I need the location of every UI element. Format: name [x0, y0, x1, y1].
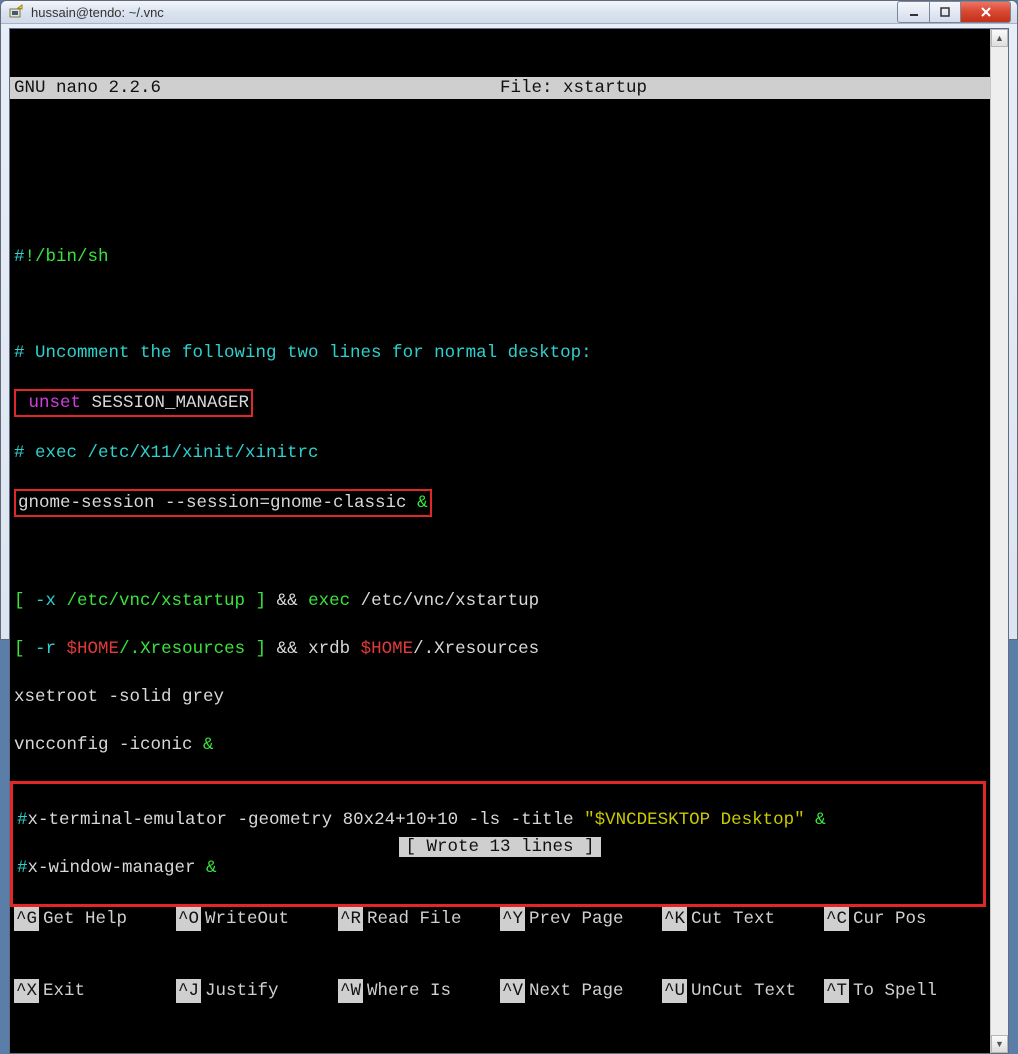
- client-area: GNU nano 2.2.6 File: xstartup #!/bin/sh …: [9, 28, 1009, 1054]
- shebang: !/bin/sh: [25, 247, 109, 267]
- scroll-track[interactable]: [991, 47, 1008, 1035]
- close-button[interactable]: [961, 1, 1011, 23]
- highlight-unset: unset SESSION_MANAGER: [14, 389, 253, 417]
- help-row-1: ^GGet Help ^OWriteOut ^RRead File ^YPrev…: [14, 907, 986, 931]
- minimize-button[interactable]: [897, 1, 929, 23]
- help-label: Get Help: [39, 907, 127, 931]
- titlebar[interactable]: hussain@tendo: ~/.vnc: [1, 1, 1017, 24]
- help-row-2: ^XExit ^JJustify ^WWhere Is ^VNext Page …: [14, 979, 986, 1003]
- nano-titlebar: GNU nano 2.2.6 File: xstartup: [10, 77, 990, 99]
- scrollbar[interactable]: ▲ ▼: [990, 29, 1008, 1053]
- window-controls: [897, 1, 1011, 23]
- putty-icon: [7, 3, 25, 21]
- highlight-gnome: gnome-session --session=gnome-classic &: [14, 489, 432, 517]
- comment: # exec /etc/X11/xinit/xinitrc: [14, 443, 319, 463]
- maximize-button[interactable]: [929, 1, 961, 23]
- comment: # Uncomment the following two lines for …: [14, 343, 592, 363]
- nano-status: [ Wrote 13 lines ]: [14, 835, 986, 859]
- nano-file-label: File: xstartup: [500, 77, 647, 99]
- hash: #: [14, 247, 25, 267]
- nano-app-name: GNU nano 2.2.6: [14, 77, 161, 99]
- app-window: hussain@tendo: ~/.vnc GNU nano 2.2.6 Fil…: [0, 0, 1018, 640]
- window-title: hussain@tendo: ~/.vnc: [31, 5, 897, 20]
- scroll-up-button[interactable]: ▲: [991, 29, 1008, 47]
- help-key: ^G: [14, 907, 39, 931]
- terminal[interactable]: GNU nano 2.2.6 File: xstartup #!/bin/sh …: [10, 29, 990, 1053]
- scroll-down-button[interactable]: ▼: [991, 1035, 1008, 1053]
- nano-footer: [ Wrote 13 lines ] ^GGet Help ^OWriteOut…: [10, 787, 990, 1053]
